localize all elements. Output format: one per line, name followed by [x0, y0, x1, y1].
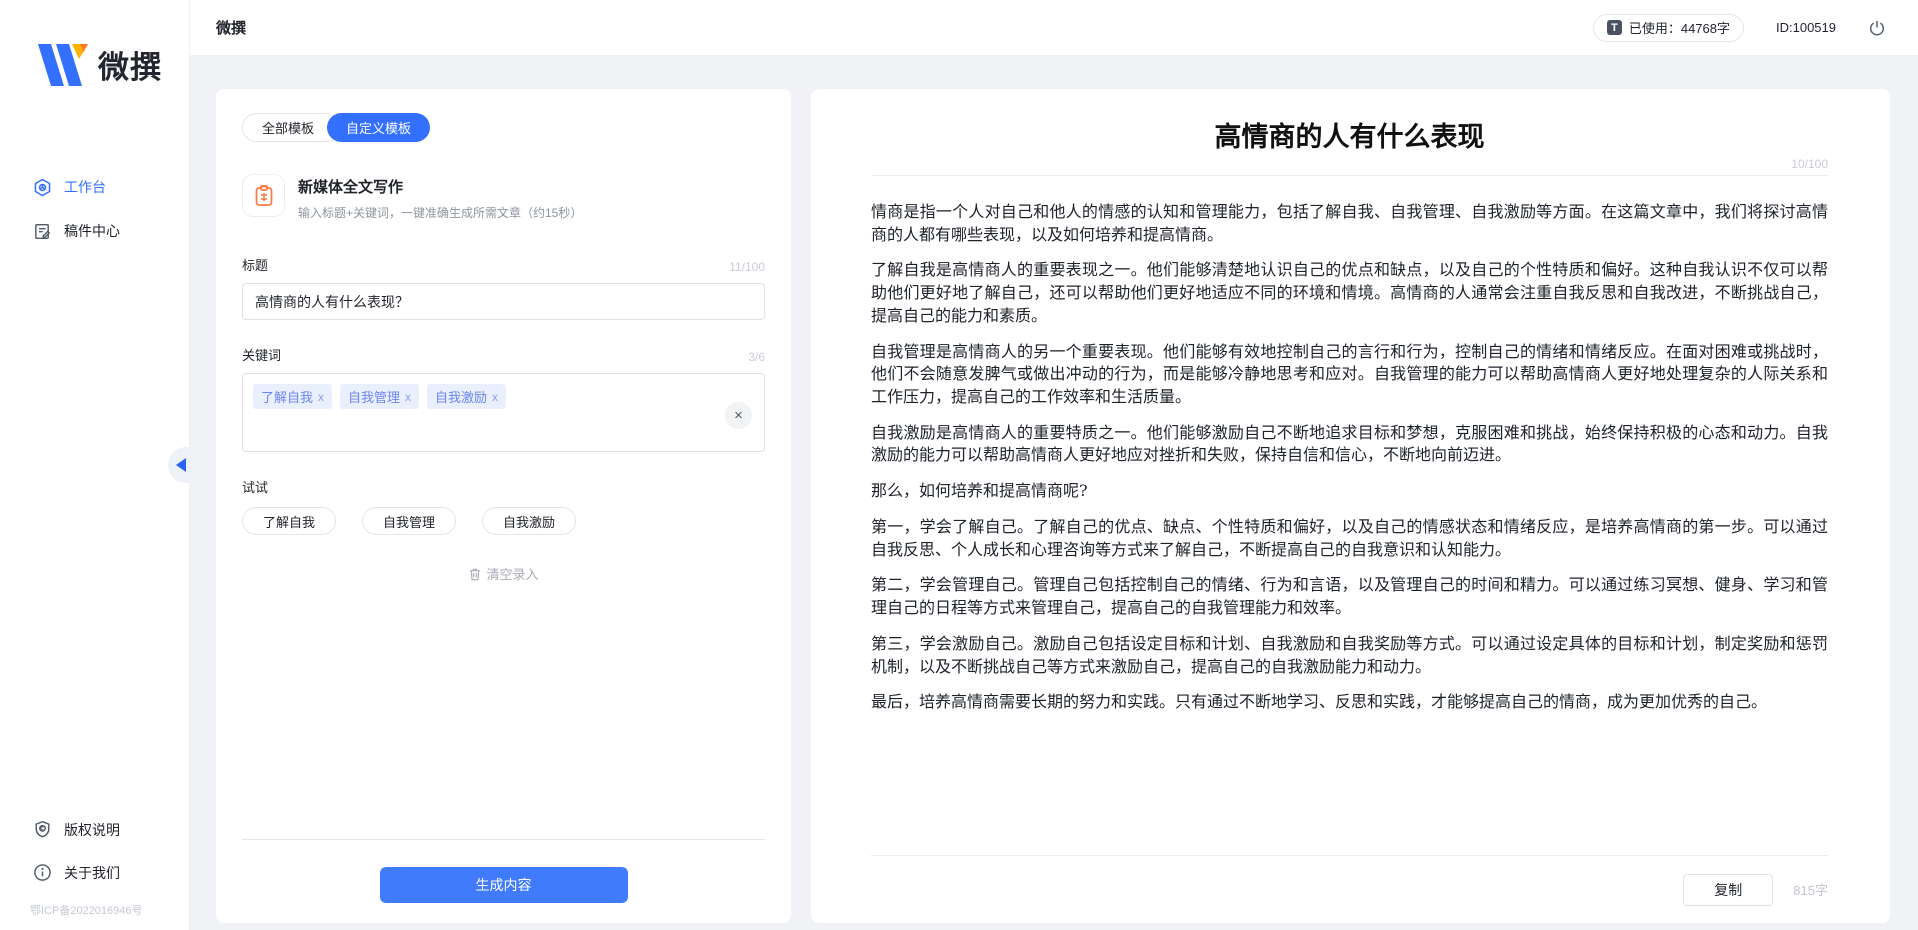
- usage-text: 已使用：44768字: [1629, 18, 1730, 37]
- user-id: ID:100519: [1776, 20, 1836, 35]
- keyword-tag[interactable]: 了解自我 x: [253, 384, 332, 409]
- brand-w-icon: [38, 44, 88, 86]
- try-option-button[interactable]: 自我激励: [482, 507, 576, 535]
- article-paragraph: 情商是指一个人对自己和他人的情感的认知和管理能力，包括了解自我、自我管理、自我激…: [871, 201, 1828, 246]
- sidebar-item-drafts[interactable]: 稿件中心: [0, 209, 189, 253]
- trash-icon: [468, 567, 482, 581]
- keywords-label: 关键词: [242, 345, 281, 364]
- article-title-counter: 10/100: [871, 157, 1828, 171]
- try-option-button[interactable]: 了解自我: [242, 507, 336, 535]
- sidebar-item-label: 关于我们: [64, 863, 120, 883]
- sidebar-menu: 工作台 稿件中心: [0, 165, 189, 253]
- title-field-header: 标题 11/100: [242, 255, 765, 274]
- remove-keyword-icon[interactable]: x: [405, 390, 411, 404]
- try-label: 试试: [242, 477, 765, 496]
- keyword-tag-list: 了解自我 x 自我管理 x 自我激励 x: [253, 384, 720, 409]
- usage-counter-pill[interactable]: T 已使用：44768字: [1593, 14, 1744, 42]
- keyword-tag-label: 自我激励: [435, 387, 487, 406]
- template-info: 新媒体全文写作 输入标题+关键词，一键准确生成所需文章（约15秒）: [298, 174, 582, 221]
- generate-content-button[interactable]: 生成内容: [380, 867, 628, 903]
- copy-button[interactable]: 复制: [1683, 874, 1773, 906]
- article-paragraph: 了解自我是高情商人的重要表现之一。他们能够清楚地认识自己的优点和缺点，以及自己的…: [871, 259, 1828, 327]
- word-count: 815字: [1793, 880, 1828, 899]
- remove-keyword-icon[interactable]: x: [318, 390, 324, 404]
- close-icon: ×: [734, 407, 743, 424]
- clear-input-label: 清空录入: [486, 564, 538, 583]
- article-paragraph: 最后，培养高情商需要长期的努力和实践。只有通过不断地学习、反思和实践，才能够提高…: [871, 691, 1828, 714]
- icp-number: 鄂ICP备2022016946号: [0, 894, 189, 918]
- tab-custom-templates[interactable]: 自定义模板: [327, 113, 430, 142]
- template-tabs: 全部模板 自定义模板: [242, 113, 765, 142]
- remove-keyword-icon[interactable]: x: [492, 390, 498, 404]
- keyword-tag-label: 自我管理: [348, 387, 400, 406]
- sidebar-item-workbench[interactable]: 工作台: [0, 165, 189, 209]
- article-paragraph: 自我管理是高情商人的另一个重要表现。他们能够有效地控制自己的言行和行为，控制自己…: [871, 341, 1828, 409]
- sidebar: 微撰 工作台: [0, 0, 190, 930]
- title-input[interactable]: [242, 283, 765, 320]
- try-option-button[interactable]: 自我管理: [362, 507, 456, 535]
- keyword-tag[interactable]: 自我激励 x: [427, 384, 506, 409]
- hexagon-workbench-icon: [33, 178, 52, 197]
- keyword-tag-label: 了解自我: [261, 387, 313, 406]
- content-area: 全部模板 自定义模板 新媒体全文写作 输入标题+关键词，: [190, 56, 1918, 930]
- article-paragraph: 第三，学会激励自己。激励自己包括设定目标和计划、自我激励和自我奖励等方式。可以通…: [871, 633, 1828, 678]
- info-icon: [33, 863, 52, 882]
- article-header: 高情商的人有什么表现 10/100: [871, 115, 1828, 176]
- keywords-counter: 3/6: [748, 350, 765, 364]
- template-title: 新媒体全文写作: [298, 176, 582, 197]
- keywords-input-box[interactable]: 了解自我 x 自我管理 x 自我激励 x: [242, 373, 765, 452]
- template-form-panel: 全部模板 自定义模板 新媒体全文写作 输入标题+关键词，: [216, 89, 791, 923]
- chevron-left-icon: [176, 458, 186, 472]
- article-body[interactable]: 情商是指一个人对自己和他人的情感的认知和管理能力，包括了解自我、自我管理、自我激…: [871, 176, 1828, 855]
- title-counter: 11/100: [729, 260, 765, 274]
- top-header: 微撰 T 已使用：44768字 ID:100519: [190, 0, 1918, 56]
- article-paragraph: 那么，如何培养和提高情商呢?: [871, 480, 1828, 503]
- app-root: 微撰 工作台: [0, 0, 1918, 930]
- form-footer: 生成内容: [242, 839, 765, 903]
- page-title: 微撰: [216, 17, 246, 38]
- clipboard-icon: [242, 174, 285, 217]
- keyword-tag[interactable]: 自我管理 x: [340, 384, 419, 409]
- sidebar-item-label: 工作台: [64, 177, 106, 197]
- sidebar-footer: 版权说明 关于我们 鄂ICP备2022016946号: [0, 808, 189, 930]
- brand-logo: 微撰: [0, 0, 189, 87]
- header-right: T 已使用：44768字 ID:100519: [1593, 14, 1886, 42]
- text-usage-icon: T: [1607, 20, 1622, 35]
- document-pencil-icon: [33, 222, 52, 241]
- article-paragraph: 自我激励是高情商人的重要特质之一。他们能够激励自己不断地追求目标和梦想，克服困难…: [871, 422, 1828, 467]
- sidebar-item-about[interactable]: 关于我们: [0, 851, 189, 894]
- article-title: 高情商的人有什么表现: [871, 115, 1828, 154]
- try-options: 了解自我 自我管理 自我激励: [242, 507, 765, 535]
- logout-power-icon[interactable]: [1868, 19, 1886, 37]
- article-paragraph: 第二，学会管理自己。管理自己包括控制自己的情绪、行为和言语，以及管理自己的时间和…: [871, 574, 1828, 619]
- title-label: 标题: [242, 255, 268, 274]
- article-panel: 高情商的人有什么表现 10/100 情商是指一个人对自己和他人的情感的认知和管理…: [811, 89, 1890, 923]
- brand-name: 微撰: [98, 42, 162, 87]
- clear-input-action[interactable]: 清空录入: [242, 564, 765, 583]
- template-subtitle: 输入标题+关键词，一键准确生成所需文章（约15秒）: [298, 204, 582, 221]
- sidebar-item-copyright[interactable]: 版权说明: [0, 808, 189, 851]
- article-paragraph: 第一，学会了解自己。了解自己的优点、缺点、个性特质和偏好，以及自己的情感状态和情…: [871, 516, 1828, 561]
- article-footer: 复制 815字: [871, 855, 1828, 923]
- sidebar-item-label: 版权说明: [64, 820, 120, 840]
- keywords-field-header: 关键词 3/6: [242, 345, 765, 364]
- main-region: 微撰 T 已使用：44768字 ID:100519 全部模: [190, 0, 1918, 930]
- clear-keywords-button[interactable]: ×: [725, 402, 752, 429]
- template-card[interactable]: 新媒体全文写作 输入标题+关键词，一键准确生成所需文章（约15秒）: [242, 174, 765, 221]
- sidebar-item-label: 稿件中心: [64, 221, 120, 241]
- shield-copyright-icon: [33, 820, 52, 839]
